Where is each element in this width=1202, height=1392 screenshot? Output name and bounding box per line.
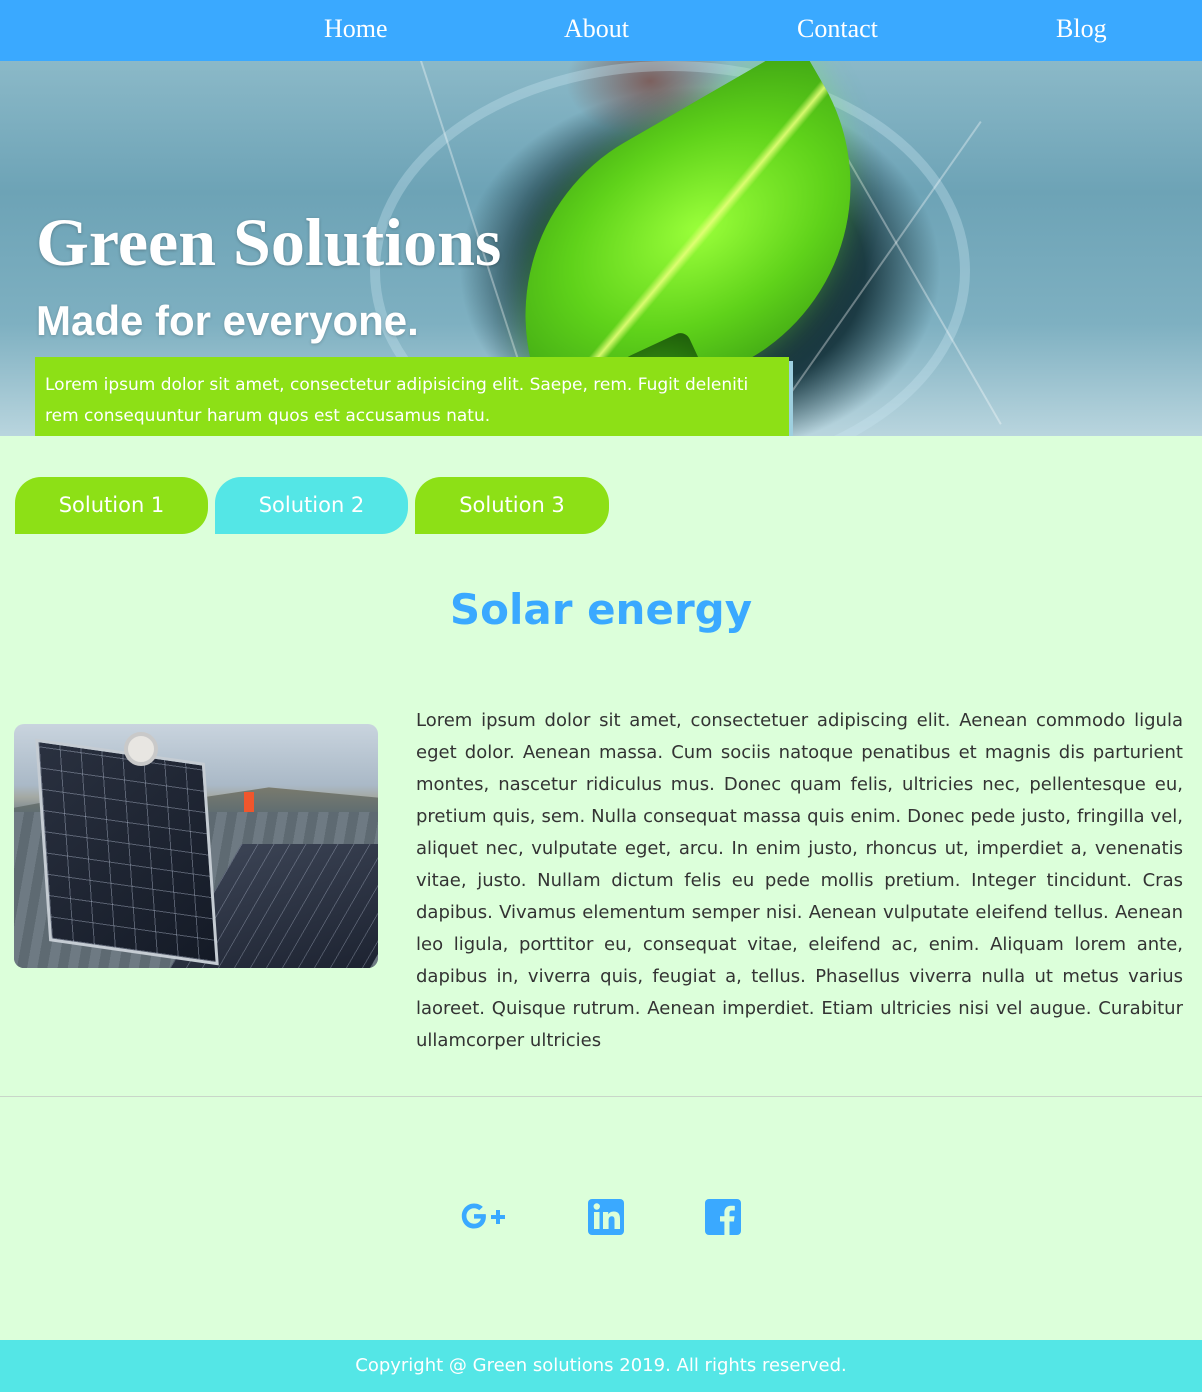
photo-worker-helmet — [124, 732, 158, 766]
tab-solution-3[interactable]: Solution 3 — [415, 477, 609, 534]
linkedin-icon[interactable] — [587, 1196, 625, 1238]
nav-link-contact[interactable]: Contact — [797, 14, 878, 44]
hero-banner: Green Solutions Made for everyone. Lorem… — [0, 61, 1202, 436]
section-title: Solar energy — [449, 585, 753, 634]
footer-copyright: Copyright @ Green solutions 2019. All ri… — [355, 1355, 847, 1376]
nav-link-about[interactable]: About — [564, 14, 629, 44]
hero-title: Green Solutions — [36, 204, 502, 280]
tab-solution-2[interactable]: Solution 2 — [215, 477, 408, 534]
google-plus-icon[interactable] — [456, 1196, 512, 1238]
photo-worker — [244, 792, 254, 812]
top-nav: Home About Contact Blog — [0, 0, 1202, 61]
section-body: Lorem ipsum dolor sit amet, consectetuer… — [416, 710, 1183, 1051]
hero-subtitle: Made for everyone. — [36, 297, 419, 344]
google-plus-icon — [461, 1203, 505, 1229]
facebook-icon[interactable] — [704, 1196, 742, 1238]
photo-solar-panel — [35, 738, 219, 966]
linkedin-icon — [588, 1199, 624, 1235]
footer: Copyright @ Green solutions 2019. All ri… — [0, 1340, 1202, 1392]
hero-blurb: Lorem ipsum dolor sit amet, consectetur … — [35, 357, 789, 436]
tab-solution-1[interactable]: Solution 1 — [15, 477, 208, 534]
nav-link-home[interactable]: Home — [324, 14, 388, 44]
solar-panel-photo — [14, 724, 378, 968]
nav-link-blog[interactable]: Blog — [1056, 14, 1107, 44]
facebook-icon — [705, 1199, 741, 1235]
divider — [0, 1096, 1202, 1097]
